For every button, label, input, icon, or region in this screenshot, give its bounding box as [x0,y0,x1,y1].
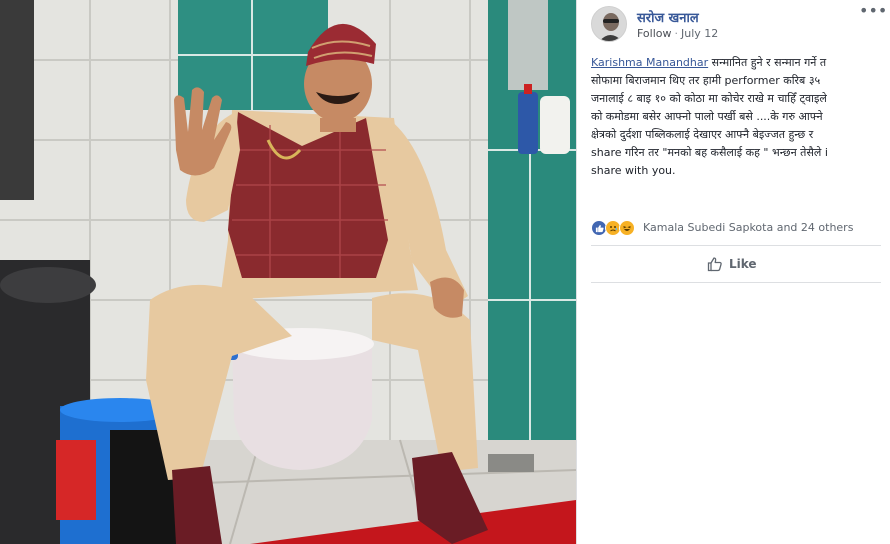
post-header: सरोज खनाल Follow · July 12 ••• [591,3,887,46]
post-line-3: जनालाई ८ बाइ १० को कोठा मा कोचेर राखे म … [591,92,827,105]
avatar[interactable] [591,6,627,42]
bathroom-photo-illustration [0,0,576,544]
post-line-5: क्षेत्रको दुर्दशा पब्लिकलाई देखाएर आफ्नै… [591,128,814,141]
reactions-summary[interactable]: Kamala Subedi Sapkota and 24 others [591,218,881,238]
post-line-4: को कमोडमा बसेर आफ्नो पालो पर्खी बसे ....… [591,110,823,123]
post-line-2: सोफामा बिराजमान थिए तर हामी performer कर… [591,74,821,87]
reaction-names[interactable]: Kamala Subedi Sapkota and 24 others [643,221,853,234]
like-button[interactable]: Like [707,254,757,274]
mention-link[interactable]: Karishma Manandhar [591,56,708,69]
more-options-icon[interactable]: ••• [859,3,887,22]
post-date[interactable]: July 12 [681,27,718,40]
haha-icon [619,220,635,236]
post-line-6: share गरिन तर "मनको बह कसैलाई कह " भन्छन… [591,146,828,159]
divider [591,282,881,283]
post-meta: Follow · July 12 [637,27,718,40]
post-message: Karishma Manandhar सन्मानित हुने र सन्मा… [591,54,881,180]
post-line-7: share with you. [591,164,676,177]
like-button-label: Like [729,257,757,271]
meta-separator: · [674,27,679,40]
author-name[interactable]: सरोज खनाल [637,8,699,26]
profile-picture-icon [592,7,626,41]
thumbs-up-icon [707,257,722,272]
post-photo[interactable] [0,0,576,544]
post-line-1: सन्मानित हुने र सन्मान गर्ने त [708,56,827,69]
follow-link[interactable]: Follow [637,27,672,40]
divider [591,245,881,246]
post-details-panel: सरोज खनाल Follow · July 12 ••• Karishma Ma… [576,0,890,544]
